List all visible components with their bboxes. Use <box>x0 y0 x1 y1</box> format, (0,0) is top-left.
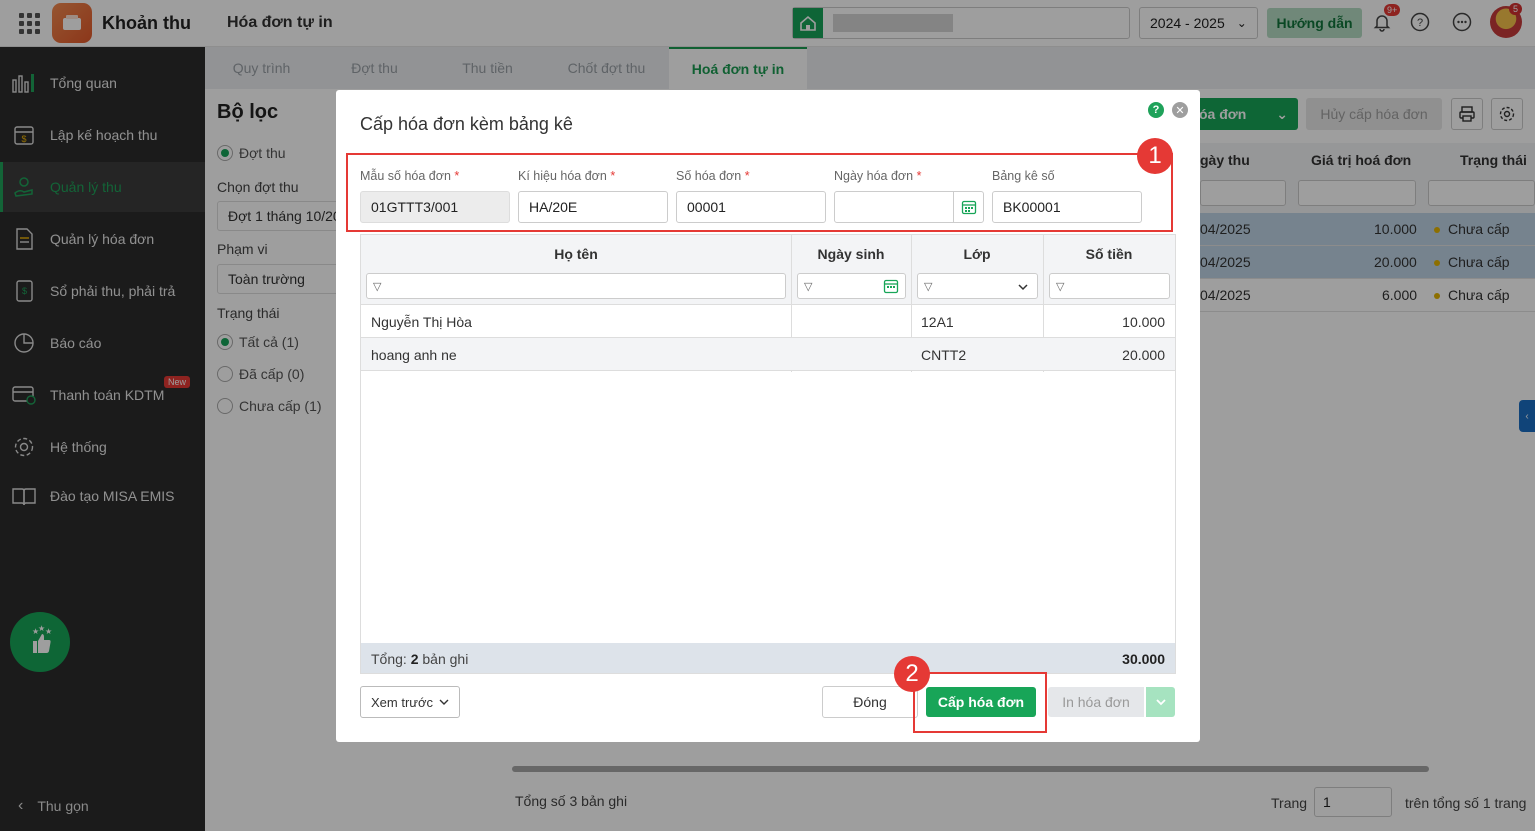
filter-funnel-icon: ▽ <box>924 280 933 293</box>
preview-dropdown-button[interactable]: Xem trước <box>360 686 460 718</box>
column-header-name: Họ tên <box>554 246 598 262</box>
issue-invoice-dialog: Cấp hóa đơn kèm bảng kê ? ✕ 1 Mẫu số hóa… <box>336 90 1200 742</box>
list-number-label: Bảng kê số <box>992 169 1055 183</box>
invoice-template-field[interactable]: 01GTTT3/001 <box>360 191 510 223</box>
grid-footer: Tổng: 2 bản ghi 30.000 <box>361 643 1175 673</box>
column-header-class: Lớp <box>963 246 991 262</box>
cell-name: hoang anh ne <box>371 347 457 363</box>
name-filter-input[interactable]: ▽ <box>366 273 786 299</box>
template-label: Mẫu số hóa đơn * <box>360 169 459 183</box>
number-label: Số hóa đơn * <box>676 169 750 183</box>
chevron-down-icon <box>439 699 449 705</box>
footer-prefix: Tổng: <box>371 651 411 667</box>
symbol-label-text: Kí hiệu hóa đơn <box>518 169 607 183</box>
calendar-icon[interactable] <box>883 278 899 294</box>
filter-funnel-icon: ▽ <box>1056 280 1065 293</box>
amount-filter-input[interactable]: ▽ <box>1049 273 1170 299</box>
date-label: Ngày hóa đơn * <box>834 169 921 183</box>
cell-amount: 10.000 <box>1122 314 1165 330</box>
step-marker-2: 2 <box>894 656 930 692</box>
chevron-down-icon <box>1018 284 1028 291</box>
help-icon[interactable]: ? <box>1148 102 1164 118</box>
cell-class: 12A1 <box>921 314 954 330</box>
filter-funnel-icon: ▽ <box>373 280 382 293</box>
date-label-text: Ngày hóa đơn <box>834 169 914 183</box>
list-number-field[interactable]: BK00001 <box>992 191 1142 223</box>
student-grid: Họ tên Ngày sinh Lớp Số tiền ▽ ▽ ▽ ▽ Ngu… <box>360 234 1176 674</box>
required-mark: * <box>454 169 460 183</box>
preview-label: Xem trước <box>370 694 433 710</box>
close-icon[interactable]: ✕ <box>1172 102 1188 118</box>
table-row[interactable]: hoang anh ne CNTT2 20.000 <box>361 338 1175 371</box>
column-header-dob: Ngày sinh <box>817 246 885 262</box>
invoice-date-field[interactable] <box>834 191 984 223</box>
symbol-label: Kí hiệu hóa đơn * <box>518 169 615 183</box>
cell-amount: 20.000 <box>1122 347 1165 363</box>
footer-count: 2 <box>410 651 419 667</box>
template-label-text: Mẫu số hóa đơn <box>360 169 451 183</box>
column-header-amount: Số tiền <box>1085 246 1133 262</box>
issue-invoice-button[interactable]: Cấp hóa đơn <box>926 687 1036 717</box>
dialog-title: Cấp hóa đơn kèm bảng kê <box>360 114 573 134</box>
calendar-icon[interactable] <box>953 192 983 222</box>
required-mark: * <box>744 169 750 183</box>
chevron-down-icon[interactable] <box>1146 687 1175 717</box>
required-mark: * <box>916 169 922 183</box>
grid-total-amount: 30.000 <box>1122 651 1165 667</box>
filter-funnel-icon: ▽ <box>804 280 813 293</box>
cell-name: Nguyễn Thị Hòa <box>371 314 472 330</box>
close-button[interactable]: Đóng <box>822 686 918 718</box>
cell-class: CNTT2 <box>921 347 967 363</box>
invoice-number-field[interactable]: 00001 <box>676 191 826 223</box>
step-marker-1: 1 <box>1137 138 1173 174</box>
number-label-text: Số hóa đơn <box>676 169 742 183</box>
print-invoice-button[interactable]: In hóa đơn <box>1048 687 1144 717</box>
required-mark: * <box>610 169 616 183</box>
footer-suffix: bản ghi <box>418 651 469 667</box>
class-filter-select[interactable]: ▽ <box>917 273 1038 299</box>
dob-filter-input[interactable]: ▽ <box>797 273 906 299</box>
invoice-symbol-field[interactable]: HA/20E <box>518 191 668 223</box>
table-row[interactable]: Nguyễn Thị Hòa 12A1 10.000 <box>361 305 1175 338</box>
grid-record-count: Tổng: 2 bản ghi <box>371 651 468 667</box>
